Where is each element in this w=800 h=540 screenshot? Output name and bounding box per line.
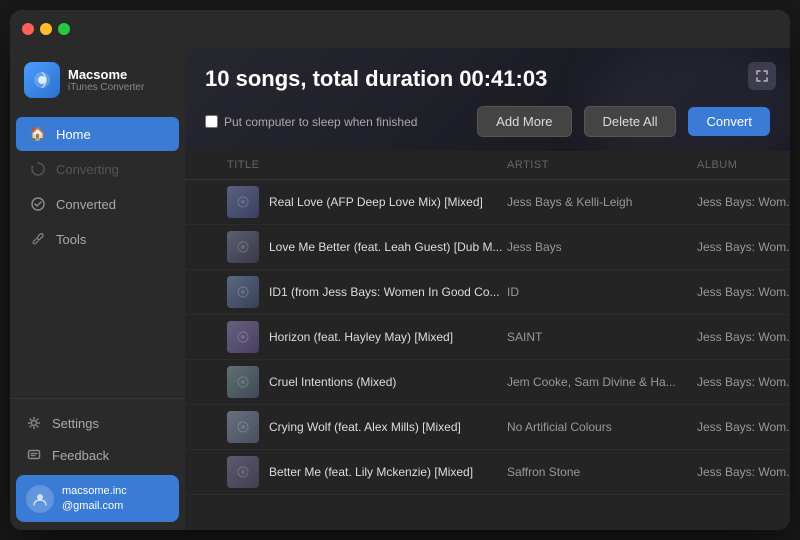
- song-thumbnail: [227, 321, 259, 353]
- song-thumbnail: [227, 366, 259, 398]
- song-title: Horizon (feat. Hayley May) [Mixed]: [269, 330, 453, 344]
- delete-all-button[interactable]: Delete All: [584, 106, 677, 137]
- user-email: macsome.inc @gmail.com: [62, 484, 127, 513]
- row-album: Jess Bays: Wom...: [697, 330, 790, 344]
- song-thumbnail: [227, 456, 259, 488]
- song-thumbnail: [227, 186, 259, 218]
- row-title-cell: Crying Wolf (feat. Alex Mills) [Mixed]: [227, 411, 507, 443]
- row-artist: Saffron Stone: [507, 465, 697, 479]
- sidebar-item-home[interactable]: 🏠 Home: [16, 117, 179, 151]
- song-title: Real Love (AFP Deep Love Mix) [Mixed]: [269, 195, 483, 209]
- sidebar-item-converting-label: Converting: [56, 162, 119, 177]
- row-title-cell: Better Me (feat. Lily Mckenzie) [Mixed]: [227, 456, 507, 488]
- logo-icon: [24, 62, 60, 98]
- table-row[interactable]: Cruel Intentions (Mixed) Jem Cooke, Sam …: [185, 360, 790, 405]
- song-title: ID1 (from Jess Bays: Women In Good Co...: [269, 285, 500, 299]
- row-album: Jess Bays: Wom...: [697, 285, 790, 299]
- song-title: Crying Wolf (feat. Alex Mills) [Mixed]: [269, 420, 461, 434]
- row-artist: Jem Cooke, Sam Divine & Ha...: [507, 375, 697, 389]
- maximize-button[interactable]: [58, 23, 70, 35]
- close-button[interactable]: [22, 23, 34, 35]
- song-title: Cruel Intentions (Mixed): [269, 375, 396, 389]
- app-window: Macsome iTunes Converter 🏠 Home: [10, 10, 790, 530]
- row-title-cell: Horizon (feat. Hayley May) [Mixed]: [227, 321, 507, 353]
- sidebar-nav: 🏠 Home Converting: [10, 112, 185, 398]
- row-title-cell: ID1 (from Jess Bays: Women In Good Co...: [227, 276, 507, 308]
- sidebar-item-converted-label: Converted: [56, 197, 116, 212]
- user-avatar: [26, 485, 54, 513]
- sidebar-bottom: Settings Feedback: [10, 398, 185, 530]
- song-title: Love Me Better (feat. Leah Guest) [Dub M…: [269, 240, 502, 254]
- row-album: Jess Bays: Wom...: [697, 195, 790, 209]
- col-header-title: TITLE: [227, 159, 507, 171]
- table-header: TITLE ARTIST ALBUM DURATION: [185, 151, 790, 180]
- row-title-cell: Love Me Better (feat. Leah Guest) [Dub M…: [227, 231, 507, 263]
- sidebar-settings-label: Settings: [52, 416, 99, 431]
- table-row[interactable]: Horizon (feat. Hayley May) [Mixed] SAINT…: [185, 315, 790, 360]
- song-title: Better Me (feat. Lily Mckenzie) [Mixed]: [269, 465, 473, 479]
- app-title: Macsome: [68, 67, 144, 82]
- song-thumbnail: [227, 411, 259, 443]
- col-header-album: ALBUM: [697, 159, 790, 171]
- row-album: Jess Bays: Wom...: [697, 375, 790, 389]
- table-row[interactable]: Crying Wolf (feat. Alex Mills) [Mixed] N…: [185, 405, 790, 450]
- content-area: 10 songs, total duration 00:41:03 Put co…: [185, 48, 790, 530]
- row-title-cell: Cruel Intentions (Mixed): [227, 366, 507, 398]
- song-thumbnail: [227, 276, 259, 308]
- sidebar-item-tools[interactable]: Tools: [16, 222, 179, 256]
- app-logo: Macsome iTunes Converter: [10, 52, 185, 112]
- content-header: 10 songs, total duration 00:41:03 Put co…: [185, 48, 790, 151]
- home-icon: 🏠: [30, 126, 46, 142]
- col-header-num: [197, 159, 227, 171]
- app-subtitle: iTunes Converter: [68, 82, 144, 93]
- row-artist: Jess Bays & Kelli-Leigh: [507, 195, 697, 209]
- sidebar-item-tools-label: Tools: [56, 232, 86, 247]
- sidebar: Macsome iTunes Converter 🏠 Home: [10, 48, 185, 530]
- sleep-label: Put computer to sleep when finished: [224, 115, 417, 129]
- sleep-checkbox[interactable]: Put computer to sleep when finished: [205, 115, 465, 129]
- user-card[interactable]: macsome.inc @gmail.com: [16, 475, 179, 522]
- row-album: Jess Bays: Wom...: [697, 240, 790, 254]
- sidebar-item-converted[interactable]: Converted: [16, 187, 179, 221]
- minimize-button[interactable]: [40, 23, 52, 35]
- song-thumbnail: [227, 231, 259, 263]
- add-more-button[interactable]: Add More: [477, 106, 571, 137]
- table-row[interactable]: Love Me Better (feat. Leah Guest) [Dub M…: [185, 225, 790, 270]
- row-artist: Jess Bays: [507, 240, 697, 254]
- content-title: 10 songs, total duration 00:41:03: [205, 66, 770, 92]
- sidebar-item-home-label: Home: [56, 127, 91, 142]
- convert-button[interactable]: Convert: [688, 107, 770, 136]
- table-row[interactable]: Real Love (AFP Deep Love Mix) [Mixed] Je…: [185, 180, 790, 225]
- feedback-icon: [26, 447, 42, 463]
- tools-icon: [30, 231, 46, 247]
- row-artist: SAINT: [507, 330, 697, 344]
- toolbar: Put computer to sleep when finished Add …: [205, 106, 770, 137]
- row-title-cell: Real Love (AFP Deep Love Mix) [Mixed]: [227, 186, 507, 218]
- row-artist: ID: [507, 285, 697, 299]
- titlebar: [10, 10, 790, 48]
- sidebar-item-settings[interactable]: Settings: [16, 407, 179, 439]
- settings-icon: [26, 415, 42, 431]
- sidebar-feedback-label: Feedback: [52, 448, 109, 463]
- row-album: Jess Bays: Wom...: [697, 465, 790, 479]
- sidebar-item-converting[interactable]: Converting: [16, 152, 179, 186]
- sidebar-item-feedback[interactable]: Feedback: [16, 439, 179, 471]
- traffic-lights: [22, 23, 70, 35]
- table-body: Real Love (AFP Deep Love Mix) [Mixed] Je…: [185, 180, 790, 523]
- main-layout: Macsome iTunes Converter 🏠 Home: [10, 48, 790, 530]
- row-artist: No Artificial Colours: [507, 420, 697, 434]
- converting-icon: [30, 161, 46, 177]
- table-row[interactable]: ID1 (from Jess Bays: Women In Good Co...…: [185, 270, 790, 315]
- col-header-artist: ARTIST: [507, 159, 697, 171]
- table-row[interactable]: Better Me (feat. Lily Mckenzie) [Mixed] …: [185, 450, 790, 495]
- songs-table: TITLE ARTIST ALBUM DURATION Real Love (A…: [185, 151, 790, 530]
- sleep-checkbox-input[interactable]: [205, 115, 218, 128]
- logo-text: Macsome iTunes Converter: [68, 67, 144, 93]
- row-album: Jess Bays: Wom...: [697, 420, 790, 434]
- converted-icon: [30, 196, 46, 212]
